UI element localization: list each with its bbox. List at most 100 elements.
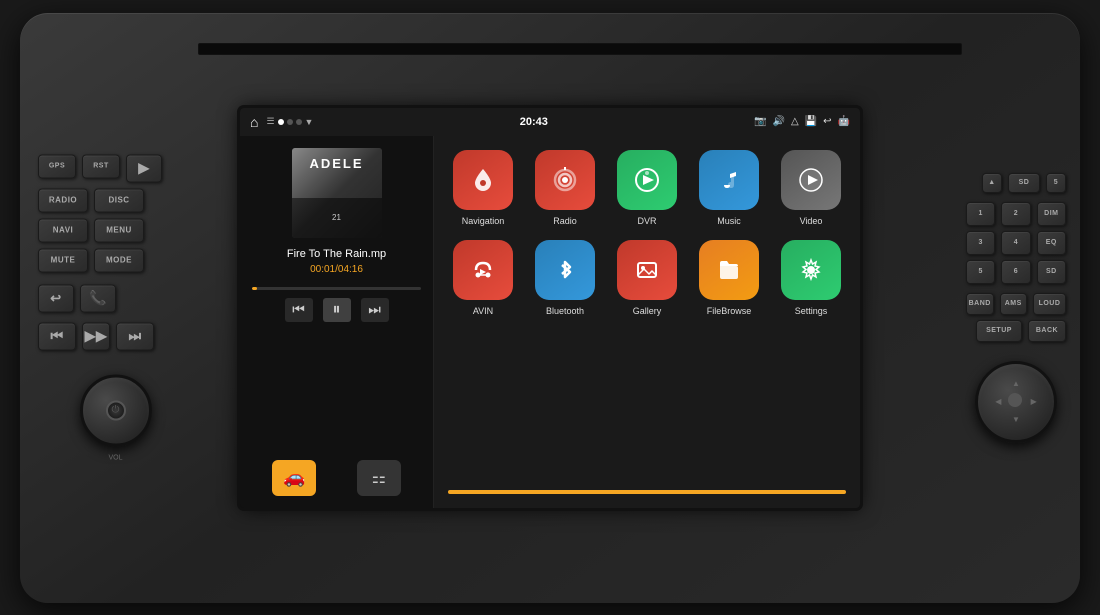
gallery-icon	[617, 240, 677, 300]
dim-button[interactable]: DIM	[1037, 202, 1066, 226]
music-label: Music	[717, 216, 741, 226]
power-button[interactable]: ⏻	[106, 400, 126, 420]
filebrowse-app[interactable]: FileBrowse	[694, 240, 764, 316]
rst-button[interactable]: RST	[82, 154, 120, 178]
bluetooth-label: Bluetooth	[546, 306, 584, 316]
app-row-1: Navigation	[448, 150, 846, 226]
sd-button[interactable]: SD	[1037, 260, 1066, 284]
music-icon	[699, 150, 759, 210]
settings-app[interactable]: Settings	[776, 240, 846, 316]
nav-label: Navigation	[462, 216, 505, 226]
down-nav-btn[interactable]: ▼	[1008, 411, 1025, 428]
radio-app[interactable]: Radio	[530, 150, 600, 226]
menu-button[interactable]: MENU	[94, 218, 144, 242]
btn-4[interactable]: 4	[1001, 231, 1030, 255]
bluetooth-app[interactable]: Bluetooth	[530, 240, 600, 316]
filebrowse-svg-icon	[714, 255, 744, 285]
app-row-2: AVIN Bluetooth	[448, 240, 846, 316]
app-grid: Navigation	[434, 136, 860, 508]
disc-button[interactable]: DISC	[94, 188, 144, 212]
android-icon: 🤖	[838, 116, 850, 127]
setup-button[interactable]: SETUP	[976, 320, 1022, 342]
alert-icon: △	[791, 116, 799, 127]
avin-app[interactable]: AVIN	[448, 240, 518, 316]
ams-button[interactable]: AMS	[1000, 293, 1028, 315]
radio-icon	[535, 150, 595, 210]
bluetooth-icon	[535, 240, 595, 300]
status-left: ⌂ ☰ ▼	[250, 114, 313, 130]
video-app[interactable]: Video	[776, 150, 846, 226]
grid-icon-btn[interactable]: ⚏	[357, 460, 401, 496]
screen: ⌂ ☰ ▼ 20:43 📷 🔊 △ 💾 ↩ 🤖	[240, 108, 860, 508]
skip-back-ctrl[interactable]: ⏮	[285, 298, 313, 322]
right-nav-cluster: ▲ ◀ ▶ ▼	[990, 376, 1042, 428]
band-button[interactable]: BAND	[966, 293, 994, 315]
car-icon-btn[interactable]: 🚗	[272, 460, 316, 496]
back-button[interactable]: BACK	[1028, 320, 1066, 342]
mute-button[interactable]: MUTE	[38, 248, 88, 272]
btn-3[interactable]: 3	[966, 231, 995, 255]
settings-icon	[781, 240, 841, 300]
btn-1[interactable]: 1	[966, 202, 995, 226]
cd-slot	[198, 43, 962, 55]
sd-icon: 💾	[805, 116, 817, 127]
song-title: Fire To The Rain.mp	[252, 248, 421, 260]
avin-svg-icon	[468, 255, 498, 285]
app-icons-status: ☰ ▼	[266, 116, 313, 127]
nav-app[interactable]: Navigation	[448, 150, 518, 226]
eject-button[interactable]: ▲	[982, 173, 1002, 193]
loud-button[interactable]: LOUD	[1033, 293, 1066, 315]
sd-num-button[interactable]: 5	[1046, 173, 1066, 193]
gallery-app[interactable]: Gallery	[612, 240, 682, 316]
playback-controls: ⏮ ⏸ ⏭	[252, 298, 421, 322]
music-player: ADELE 21 Fire To The Rain.mp 00:01/04:16	[240, 136, 434, 508]
avin-label: AVIN	[473, 306, 493, 316]
radio-button[interactable]: RADIO	[38, 188, 88, 212]
gps-button[interactable]: GPS	[38, 154, 76, 178]
radio-svg-icon	[550, 165, 580, 195]
play-pause-ctrl[interactable]: ⏸	[323, 298, 351, 322]
center-nav-btn[interactable]	[1008, 393, 1022, 407]
sd-right-button[interactable]: SD	[1008, 173, 1040, 193]
home-icon[interactable]: ⌂	[250, 114, 258, 130]
right-knob[interactable]: ▲ ◀ ▶ ▼	[975, 361, 1057, 443]
bluetooth-svg-icon	[550, 255, 580, 285]
prev-track-button[interactable]: ↩	[38, 284, 74, 312]
next-button[interactable]: ⏭	[116, 322, 154, 350]
vol-icon: 🔊	[773, 116, 785, 127]
status-bar: ⌂ ☰ ▼ 20:43 📷 🔊 △ 💾 ↩ 🤖	[240, 108, 860, 136]
up-nav-btn[interactable]: ▲	[1008, 376, 1025, 393]
btn-6[interactable]: 6	[1001, 260, 1030, 284]
left-knob[interactable]: ⏻	[80, 374, 152, 446]
progress-bar[interactable]	[252, 287, 421, 290]
dvr-svg-icon	[632, 165, 662, 195]
head-unit: GPS RST ▶ RADIO DISC NAVI MENU MUTE MODE…	[20, 13, 1080, 603]
screen-content: ADELE 21 Fire To The Rain.mp 00:01/04:16	[240, 136, 860, 508]
navi-button[interactable]: NAVI	[38, 218, 88, 242]
album-subtitle: 21	[332, 213, 341, 222]
right-nav-btn[interactable]: ▶	[1025, 393, 1042, 410]
prev-button[interactable]: ⏮	[38, 322, 76, 350]
play-hw-button[interactable]: ▶	[126, 154, 162, 182]
menu-icon: ☰	[266, 116, 274, 127]
skip-back-button[interactable]: ▶▶	[82, 322, 110, 350]
btn-5[interactable]: 5	[966, 260, 995, 284]
left-nav-btn[interactable]: ◀	[990, 393, 1007, 410]
nav-svg-icon	[469, 166, 497, 194]
filebrowse-icon	[699, 240, 759, 300]
time-display: 00:01/04:16	[252, 264, 421, 275]
btn-2[interactable]: 2	[1001, 202, 1030, 226]
music-svg-icon	[714, 165, 744, 195]
filebrowse-label: FileBrowse	[707, 306, 752, 316]
mode-button[interactable]: MODE	[94, 248, 144, 272]
eq-button[interactable]: EQ	[1037, 231, 1066, 255]
dvr-app[interactable]: DVR	[612, 150, 682, 226]
phone-button[interactable]: 📞	[80, 284, 116, 312]
skip-fwd-ctrl[interactable]: ⏭	[361, 298, 389, 322]
dot-2	[287, 119, 293, 125]
bottom-controls: 🚗 ⚏	[252, 460, 421, 496]
camera-icon: 📷	[754, 116, 766, 127]
dvr-label: DVR	[637, 216, 656, 226]
music-app[interactable]: Music	[694, 150, 764, 226]
settings-label: Settings	[795, 306, 828, 316]
